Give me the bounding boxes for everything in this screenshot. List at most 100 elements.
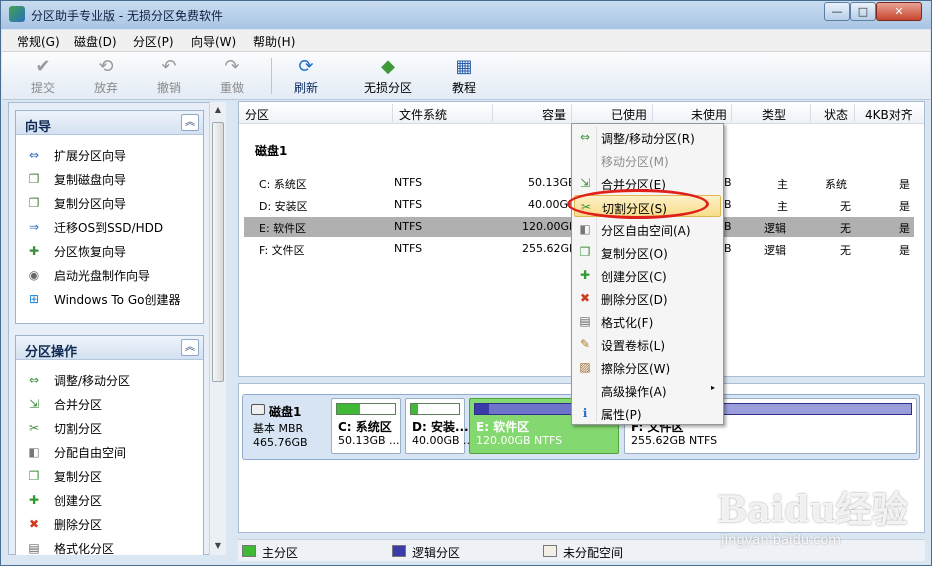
usage-fill-c	[337, 404, 361, 414]
undo-icon: ↶	[161, 56, 177, 77]
disk-block-c[interactable]: C: 系统区 50.13GB ...	[331, 398, 401, 454]
refresh-icon: ⟳	[298, 56, 314, 77]
disk-info[interactable]: 磁盘1 基本 MBR 465.76GB	[247, 398, 332, 456]
annotation-highlight-oval	[567, 189, 709, 219]
copy-partition-icon: ❐	[28, 196, 40, 210]
window-title: 分区助手专业版 - 无损分区免费软件	[31, 9, 223, 23]
menu-partition[interactable]: 分区(P)	[133, 33, 174, 50]
context-menu: ⇔ 调整/移动分区(R) 移动分区(M) ⇲ 合并分区(E) ✂ 切割分区(S)…	[571, 123, 724, 425]
ctx-allocate-free[interactable]: ◧ 分区自由空间(A)	[574, 218, 721, 240]
copy-icon: ❐	[579, 245, 591, 259]
disk-label: 磁盘1	[255, 144, 288, 158]
copy-disk-icon: ❐	[28, 172, 40, 186]
delete-icon: ✖	[579, 291, 591, 305]
lossless-partition-icon: ◆	[381, 56, 395, 77]
op-delete[interactable]: ✖ 删除分区	[26, 514, 201, 534]
col-unused[interactable]: 未使用	[691, 106, 727, 123]
minimize-button[interactable]: —	[824, 2, 850, 21]
toolbar: ✔ 提交 ⟲ 放弃 ↶ 撤销 ↷ 重做 ⟳ 刷新 ◆ 无损分区 ▦ 教程	[2, 52, 930, 100]
usage-fill-e	[475, 404, 489, 414]
op-resize-move[interactable]: ⇔ 调整/移动分区	[26, 370, 201, 390]
info-icon: ℹ	[582, 406, 588, 420]
wizard-copy-disk[interactable]: ❐ 复制磁盘向导	[26, 169, 201, 189]
ctx-resize-move[interactable]: ⇔ 调整/移动分区(R)	[574, 126, 721, 148]
wizard-migrate-os[interactable]: ⇒ 迁移OS到SSD/HDD	[26, 217, 201, 237]
menu-general[interactable]: 常规(G)	[17, 33, 60, 50]
app-window: 分区助手专业版 - 无损分区免费软件 — □ ✕ 常规(G) 磁盘(D) 分区(…	[0, 0, 932, 566]
scroll-down-icon[interactable]: ▼	[210, 538, 226, 554]
wizard-windows-to-go[interactable]: ⊞ Windows To Go创建器	[26, 289, 201, 309]
close-button[interactable]: ✕	[876, 2, 922, 21]
left-panel-scrollbar[interactable]: ▲ ▼	[209, 102, 226, 555]
baidu-watermark: Baidu经验 jingyan.baidu.com	[717, 489, 908, 548]
copy-icon: ❐	[28, 469, 40, 483]
format-icon: ▤	[579, 314, 591, 328]
format-icon: ▤	[28, 541, 40, 555]
ops-section-title: 分区操作	[25, 345, 78, 360]
tutorial-icon: ▦	[455, 56, 473, 77]
wizard-boot-disc[interactable]: ◉ 启动光盘制作向导	[26, 265, 201, 285]
usage-fill-d	[411, 404, 419, 414]
wizard-copy-partition[interactable]: ❐ 复制分区向导	[26, 193, 201, 213]
disk-block-d[interactable]: D: 安装... 40.00GB ...	[405, 398, 474, 454]
app-logo-icon	[9, 6, 25, 22]
check-icon: ✔	[35, 56, 51, 77]
ctx-delete[interactable]: ✖ 删除分区(D)	[574, 287, 721, 309]
move-icon	[577, 152, 593, 168]
allocate-icon: ◧	[28, 445, 40, 459]
ctx-properties[interactable]: ℹ 属性(P)	[574, 402, 721, 424]
delete-icon: ✖	[28, 517, 40, 531]
collapse-ops-button[interactable]: ︽	[181, 339, 199, 356]
op-split[interactable]: ✂ 切割分区	[26, 418, 201, 438]
col-capacity[interactable]: 容量	[542, 106, 566, 123]
tutorial-button[interactable]: ▦ 教程	[436, 55, 492, 97]
maximize-button[interactable]: □	[850, 2, 876, 21]
discard-button[interactable]: ⟲ 放弃	[78, 55, 134, 97]
create-icon: ✚	[579, 268, 591, 282]
op-format[interactable]: ▤ 格式化分区	[26, 538, 201, 558]
allocate-icon: ◧	[579, 222, 591, 236]
col-type[interactable]: 类型	[762, 106, 786, 123]
wizard-partition-recovery[interactable]: ✚ 分区恢复向导	[26, 241, 201, 261]
extend-icon: ⇔	[28, 148, 40, 162]
ctx-advanced[interactable]: 高级操作(A) ▸	[574, 379, 721, 401]
redo-button[interactable]: ↷ 重做	[204, 55, 260, 97]
ctx-create[interactable]: ✚ 创建分区(C)	[574, 264, 721, 286]
ctx-set-label[interactable]: ✎ 设置卷标(L)	[574, 333, 721, 355]
resize-icon: ⇔	[28, 373, 40, 387]
menu-help[interactable]: 帮助(H)	[253, 33, 295, 50]
windows-icon: ⊞	[28, 292, 40, 306]
recovery-icon: ✚	[28, 244, 40, 258]
op-merge[interactable]: ⇲ 合并分区	[26, 394, 201, 414]
wizard-extend-partition[interactable]: ⇔ 扩展分区向导	[26, 145, 201, 165]
refresh-button[interactable]: ⟳ 刷新	[278, 55, 334, 97]
op-copy[interactable]: ❐ 复制分区	[26, 466, 201, 486]
resize-icon: ⇔	[579, 130, 591, 144]
op-create[interactable]: ✚ 创建分区	[26, 490, 201, 510]
col-4k-align[interactable]: 4KB对齐	[865, 106, 913, 123]
col-status[interactable]: 状态	[824, 106, 848, 123]
submit-button[interactable]: ✔ 提交	[15, 55, 71, 97]
col-partition[interactable]: 分区	[245, 106, 269, 123]
collapse-wizard-button[interactable]: ︽	[181, 114, 199, 131]
menu-bar: 常规(G) 磁盘(D) 分区(P) 向导(W) 帮助(H)	[2, 30, 930, 52]
scroll-up-icon[interactable]: ▲	[210, 102, 226, 118]
col-used[interactable]: 已使用	[611, 106, 647, 123]
merge-icon: ⇲	[28, 397, 40, 411]
redo-icon: ↷	[224, 56, 240, 77]
scroll-thumb[interactable]	[212, 122, 224, 382]
column-header: 分区 文件系统 容量 已使用 未使用 类型 状态 4KB对齐	[239, 102, 924, 124]
toolbar-separator	[271, 58, 272, 94]
ctx-format[interactable]: ▤ 格式化(F)	[574, 310, 721, 332]
merge-icon: ⇲	[579, 176, 591, 190]
lossless-partition-button[interactable]: ◆ 无损分区	[354, 55, 422, 97]
col-filesystem[interactable]: 文件系统	[399, 106, 447, 123]
ctx-move[interactable]: 移动分区(M)	[574, 149, 721, 171]
ctx-wipe[interactable]: ▨ 擦除分区(W)	[574, 356, 721, 378]
menu-disk[interactable]: 磁盘(D)	[74, 33, 117, 50]
menu-wizard[interactable]: 向导(W)	[191, 33, 236, 50]
wipe-icon: ▨	[579, 360, 591, 374]
ctx-copy[interactable]: ❐ 复制分区(O)	[574, 241, 721, 263]
undo-button[interactable]: ↶ 撤销	[141, 55, 197, 97]
op-allocate-free-space[interactable]: ◧ 分配自由空间	[26, 442, 201, 462]
